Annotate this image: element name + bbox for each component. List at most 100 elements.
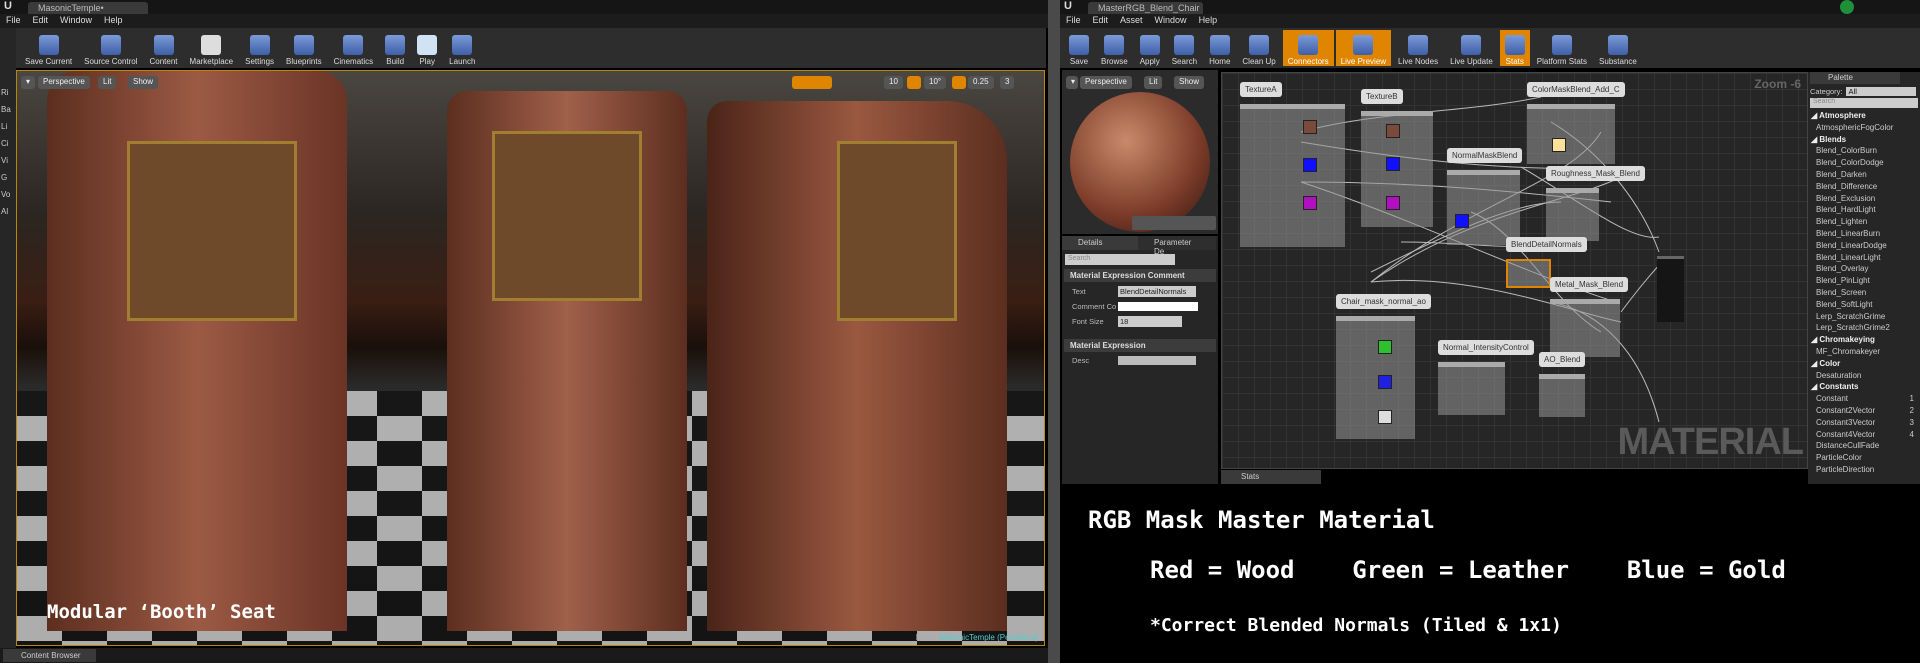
palette-item[interactable]: MF_Chromakeyer	[1808, 347, 1920, 359]
palette-category[interactable]: ◢ Chromakeying	[1808, 335, 1920, 347]
parameter-defaults-tab[interactable]: Parameter De	[1138, 236, 1216, 256]
material-output-node[interactable]	[1657, 256, 1684, 322]
palette-item[interactable]: Blend_LinearBurn	[1808, 229, 1920, 241]
palette-item[interactable]: Constant4Vector 4	[1808, 430, 1920, 442]
comment-box[interactable]	[1240, 104, 1345, 247]
side-tab[interactable]: Vi	[1, 156, 15, 165]
rotation-snap-value[interactable]: 10°	[924, 76, 947, 89]
palette-item[interactable]: Blend_Darken	[1808, 170, 1920, 182]
palette-tab[interactable]: Palette	[1810, 72, 1900, 84]
save-button[interactable]: Save	[1064, 30, 1094, 66]
grid-snap-value[interactable]: 10	[884, 76, 903, 89]
palette-item[interactable]: Constant2Vector 2	[1808, 406, 1920, 418]
side-tab[interactable]: Al	[1, 207, 15, 216]
palette-item[interactable]: Blend_Exclusion	[1808, 194, 1920, 206]
perspective-button[interactable]: Perspective	[38, 76, 90, 89]
scale-snap-icon[interactable]	[952, 76, 966, 89]
palette-item[interactable]: Blend_LinearLight	[1808, 253, 1920, 265]
side-tab[interactable]: Ci	[1, 139, 15, 148]
comment-label[interactable]: Metal_Mask_Blend	[1550, 277, 1629, 292]
stats-button[interactable]: Stats	[1499, 30, 1530, 66]
palette-item[interactable]: Blend_Difference	[1808, 182, 1920, 194]
comment-label[interactable]: BlendDetailNormals	[1506, 237, 1587, 252]
rotation-snap-icon[interactable]	[907, 76, 921, 89]
comment-label[interactable]: NormalMaskBlend	[1447, 148, 1523, 163]
comment-label[interactable]: TextureA	[1240, 82, 1282, 97]
palette-item[interactable]: Blend_Screen	[1808, 288, 1920, 300]
comment-label[interactable]: Normal_IntensityControl	[1438, 340, 1534, 355]
comment-label[interactable]: ColorMaskBlend_Add_C	[1527, 82, 1625, 97]
play-button[interactable]: Play	[412, 30, 442, 66]
palette-item[interactable]: Lerp_ScratchGrime2	[1808, 323, 1920, 335]
menu-file[interactable]: File	[6, 15, 21, 27]
texture-sample-node[interactable]	[1303, 196, 1317, 210]
palette-item[interactable]: Constant 1	[1808, 394, 1920, 406]
palette-item[interactable]: Blend_PinLight	[1808, 276, 1920, 288]
preview-perspective-button[interactable]: Perspective	[1080, 76, 1132, 89]
texture-sample-node[interactable]	[1386, 124, 1400, 138]
clean-up-button[interactable]: Clean Up	[1237, 30, 1280, 66]
palette-item[interactable]: Constant3Vector 3	[1808, 418, 1920, 430]
palette-item[interactable]: Blend_Lighten	[1808, 217, 1920, 229]
text-field[interactable]: BlendDetailNormals	[1118, 286, 1196, 297]
menu-help[interactable]: Help	[104, 15, 123, 27]
side-tab[interactable]: Ri	[1, 88, 15, 97]
texture-sample-node[interactable]	[1303, 158, 1317, 172]
texture-sample-node[interactable]	[1386, 157, 1400, 171]
side-tab[interactable]: Li	[1, 122, 15, 131]
tab-master-rgb-blend-chair[interactable]: MasterRGB_Blend_Chair	[1088, 2, 1203, 14]
palette-category[interactable]: ◢ Color	[1808, 359, 1920, 371]
category-select[interactable]: All	[1845, 87, 1916, 96]
live-nodes-button[interactable]: Live Nodes	[1393, 30, 1443, 66]
browse-button[interactable]: Browse	[1096, 30, 1133, 66]
platform-stats-button[interactable]: Platform Stats	[1532, 30, 1592, 66]
live-preview-button[interactable]: Live Preview	[1335, 30, 1392, 66]
stats-tab[interactable]: Stats	[1221, 470, 1321, 484]
desc-field[interactable]	[1118, 356, 1196, 365]
details-tab[interactable]: Details	[1062, 236, 1138, 250]
content-button[interactable]: Content	[145, 30, 183, 66]
comment-box[interactable]	[1438, 362, 1505, 415]
comment-label[interactable]: Chair_mask_normal_ao	[1336, 294, 1431, 309]
side-tab[interactable]: Vo	[1, 190, 15, 199]
palette-search-input[interactable]: Search	[1810, 98, 1918, 108]
blueprints-button[interactable]: Blueprints	[281, 30, 327, 66]
preview-lit-button[interactable]: Lit	[1144, 76, 1163, 89]
menu-file[interactable]: File	[1066, 15, 1081, 27]
texture-sample-node[interactable]	[1552, 138, 1566, 152]
palette-item[interactable]: Blend_SoftLight	[1808, 300, 1920, 312]
menu-edit[interactable]: Edit	[33, 15, 49, 27]
section-material-expression-comment[interactable]: Material Expression Comment	[1064, 269, 1216, 282]
comment-box[interactable]	[1336, 316, 1415, 439]
comment-color-swatch[interactable]	[1118, 302, 1198, 311]
substance-button[interactable]: Substance	[1594, 30, 1642, 66]
comment-box[interactable]	[1447, 170, 1520, 245]
preview-shape-buttons[interactable]	[1132, 216, 1216, 230]
show-button[interactable]: Show	[128, 76, 159, 89]
side-tab[interactable]: Ba	[1, 105, 15, 114]
side-tab[interactable]: G	[1, 173, 15, 182]
connectors-button[interactable]: Connectors	[1282, 30, 1334, 66]
preview-options-button[interactable]: ▾	[1066, 76, 1078, 89]
palette-item[interactable]: Blend_Overlay	[1808, 264, 1920, 276]
texture-sample-node[interactable]	[1386, 196, 1400, 210]
palette-item[interactable]: Blend_ColorBurn	[1808, 146, 1920, 158]
texture-sample-node[interactable]	[1378, 340, 1392, 354]
font-size-field[interactable]: 18	[1118, 316, 1182, 327]
live-update-button[interactable]: Live Update	[1445, 30, 1498, 66]
comment-box[interactable]	[1546, 188, 1599, 241]
build-button[interactable]: Build	[380, 30, 410, 66]
preview-show-button[interactable]: Show	[1174, 76, 1205, 89]
palette-item[interactable]: DistanceCullFade	[1808, 441, 1920, 453]
comment-box[interactable]	[1506, 259, 1551, 288]
texture-sample-node[interactable]	[1378, 375, 1392, 389]
palette-item[interactable]: ParticleColor	[1808, 453, 1920, 465]
marketplace-button[interactable]: Marketplace	[185, 30, 239, 66]
content-browser-tab[interactable]: Content Browser	[3, 649, 96, 662]
texture-sample-node[interactable]	[1455, 214, 1469, 228]
comment-box[interactable]	[1539, 374, 1585, 417]
palette-item[interactable]: Lerp_ScratchGrime	[1808, 312, 1920, 324]
comment-box[interactable]	[1550, 299, 1620, 357]
details-search-input[interactable]: Search	[1065, 254, 1175, 265]
cinematics-button[interactable]: Cinematics	[329, 30, 379, 66]
